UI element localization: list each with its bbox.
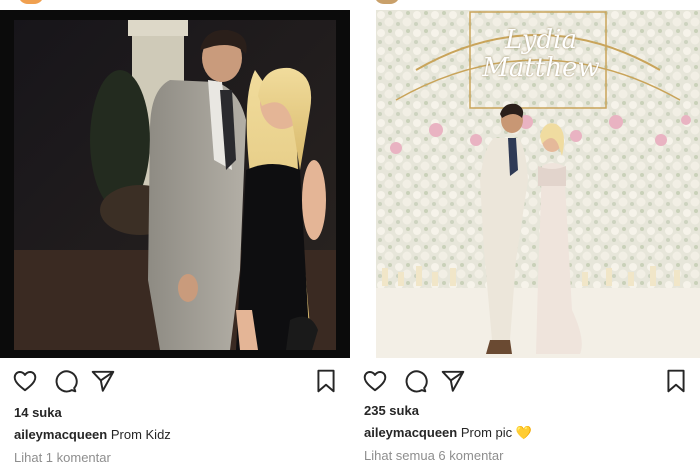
post-photo[interactable]: Lydia Matthew	[376, 10, 700, 358]
heart-icon[interactable]	[362, 368, 388, 394]
paper-plane-icon[interactable]	[440, 368, 466, 394]
post-card-right: Lydia Matthew 235 suka aileymacqueen Pro…	[350, 0, 700, 465]
yellow-heart-emoji: 💛	[515, 425, 532, 440]
post-photo[interactable]	[0, 10, 350, 358]
caption: aileymacqueen Prom pic 💛	[364, 425, 532, 441]
comment-icon[interactable]	[402, 368, 428, 394]
comment-icon[interactable]	[52, 368, 78, 394]
prom-photo-illustration	[14, 20, 336, 350]
action-bar	[0, 368, 350, 396]
view-comments-link[interactable]: Lihat 1 komentar	[14, 450, 111, 465]
view-comments-link[interactable]: Lihat semua 6 komentar	[364, 448, 503, 463]
bookmark-icon[interactable]	[313, 368, 339, 394]
caption-text: Prom pic	[460, 425, 513, 440]
likes-count[interactable]: 14 suka	[14, 405, 62, 420]
sign-text: Lydia Matthew	[482, 25, 600, 83]
avatar[interactable]	[374, 0, 400, 4]
caption-text: Prom Kidz	[110, 427, 171, 442]
avatar[interactable]	[18, 0, 44, 4]
paper-plane-icon[interactable]	[90, 368, 116, 394]
caption-username[interactable]: aileymacqueen	[14, 427, 107, 442]
post-card-left: 14 suka aileymacqueen Prom Kidz Lihat 1 …	[0, 0, 350, 465]
likes-count[interactable]: 235 suka	[364, 403, 419, 418]
heart-icon[interactable]	[12, 368, 38, 394]
action-bar	[350, 368, 700, 396]
caption: aileymacqueen Prom Kidz	[14, 427, 171, 442]
bookmark-icon[interactable]	[663, 368, 689, 394]
caption-username[interactable]: aileymacqueen	[364, 425, 457, 440]
